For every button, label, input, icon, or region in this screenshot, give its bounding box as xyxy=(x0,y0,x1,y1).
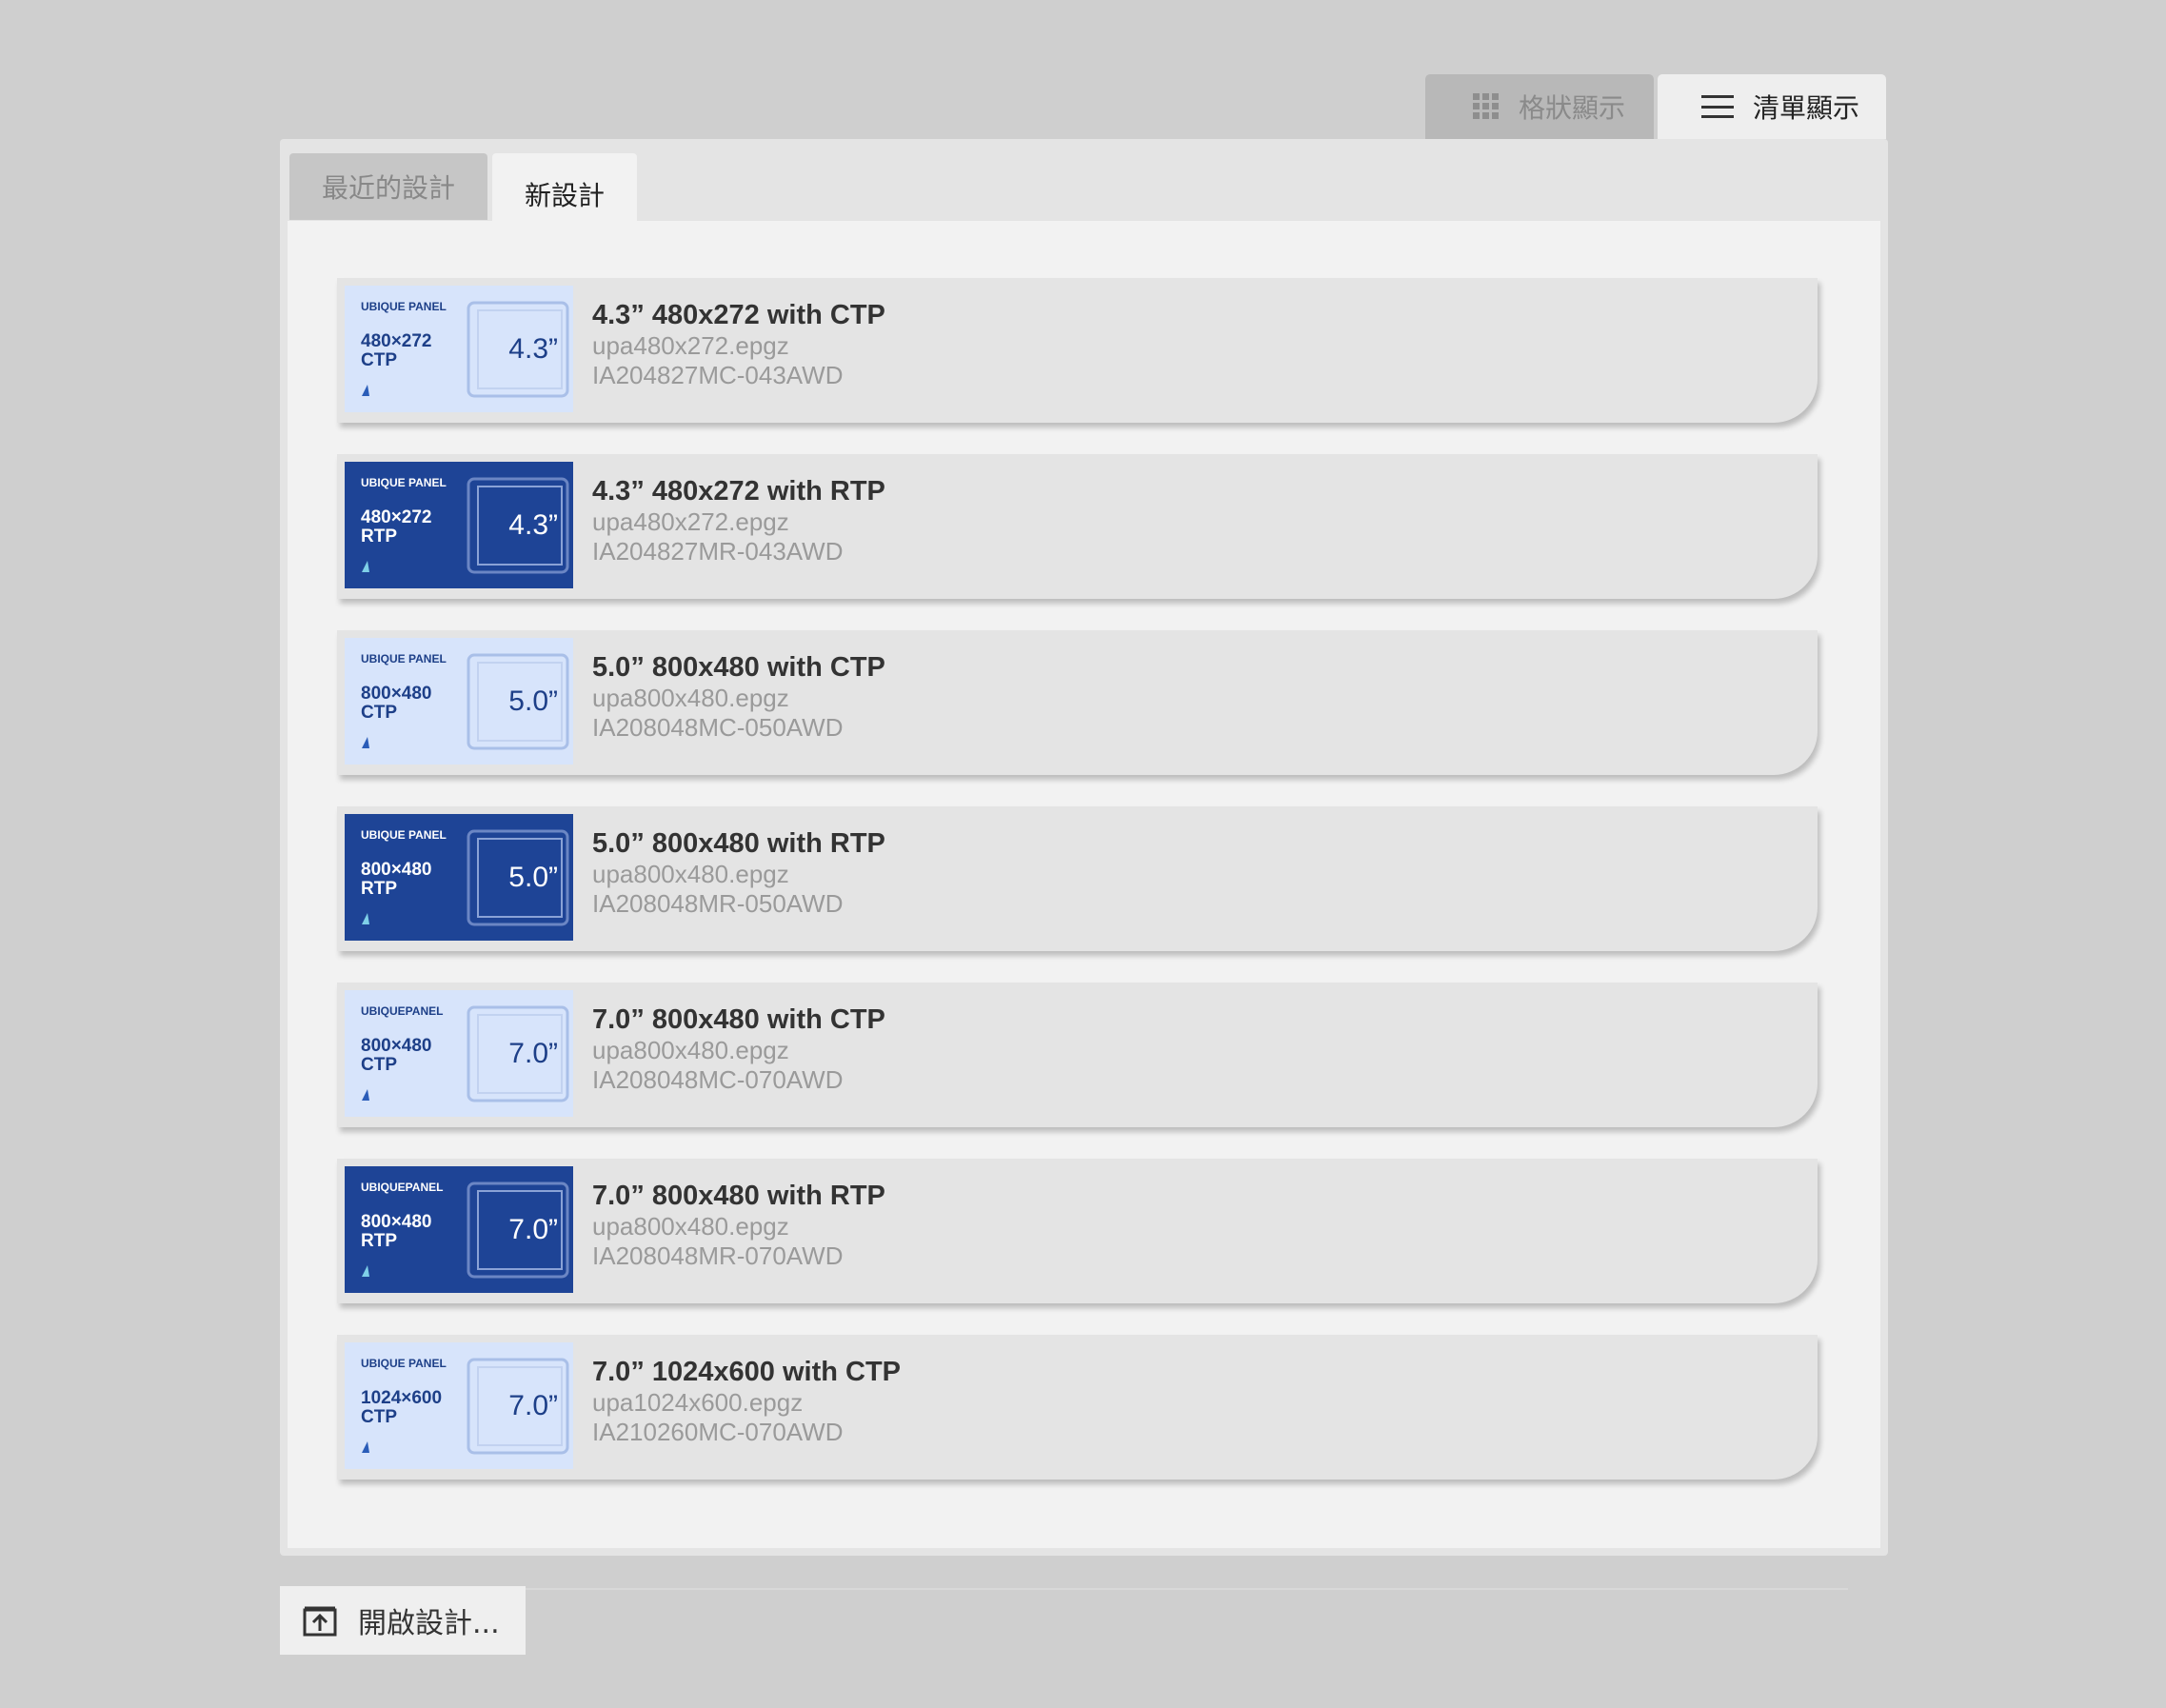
design-info: 5.0” 800x480 with RTP upa800x480.epgz IA20… xyxy=(592,827,885,919)
design-info: 5.0” 800x480 with CTP upa800x480.epgz IA20… xyxy=(592,651,885,743)
design-item[interactable]: UBIQUE PANEL 1024×600 CTP 7.0” 7.0” 1024x600… xyxy=(337,1335,1818,1480)
design-thumbnail: UBIQUEPANEL 800×480 RTP 7.0” xyxy=(345,1166,573,1293)
open-design-button[interactable]: 開啟設計... xyxy=(280,1586,526,1655)
design-title: 4.3” 480x272 with RTP xyxy=(592,476,885,506)
thumbnail-touch-type: CTP xyxy=(361,1055,397,1075)
thumbnail-size: 5.0” xyxy=(508,685,558,717)
design-title: 5.0” 800x480 with CTP xyxy=(592,652,885,683)
thumbnail-brand: UBIQUE PANEL xyxy=(361,652,447,665)
design-item[interactable]: UBIQUE PANEL 480×272 RTP 4.3” 4.3” 480x272 w… xyxy=(337,454,1818,599)
thumbnail-size: 4.3” xyxy=(508,333,558,365)
divider xyxy=(328,1588,1848,1590)
design-title: 7.0” 800x480 with CTP xyxy=(592,1004,885,1035)
open-file-icon xyxy=(303,1606,337,1637)
design-item[interactable]: UBIQUEPANEL 800×480 CTP 7.0” 7.0” 800x480 wi… xyxy=(337,983,1818,1127)
thumbnail-touch-type: CTP xyxy=(361,703,397,723)
grid-view-button[interactable]: 格狀顯示 xyxy=(1425,74,1654,139)
design-thumbnail: UBIQUE PANEL 480×272 RTP 4.3” xyxy=(345,462,573,588)
design-info: 4.3” 480x272 with RTP upa480x272.epgz IA20… xyxy=(592,475,885,566)
design-model-number: IA208048MR-050AWD xyxy=(592,889,844,918)
thumbnail-brand: UBIQUE PANEL xyxy=(361,300,447,313)
design-model-number: IA204827MC-043AWD xyxy=(592,361,844,389)
thumbnail-touch-type: CTP xyxy=(361,1407,397,1427)
design-model-number: IA208048MR-070AWD xyxy=(592,1241,844,1270)
tab-content: UBIQUE PANEL 480×272 CTP 4.3” 4.3” 480x272 w… xyxy=(288,221,1880,1590)
thumbnail-brand: UBIQUE PANEL xyxy=(361,476,447,489)
thumbnail-brand: UBIQUE PANEL xyxy=(361,828,447,842)
thumbnail-resolution: 800×480 xyxy=(361,1036,432,1056)
view-toggle: 格狀顯示 清單顯示 xyxy=(1425,74,1886,139)
thumbnail-touch-type: RTP xyxy=(361,526,397,546)
list-view-label: 清單顯示 xyxy=(1753,92,1860,124)
design-list: UBIQUE PANEL 480×272 CTP 4.3” 4.3” 480x272 w… xyxy=(337,278,1818,1511)
tab-recent-designs[interactable]: 最近的設計 xyxy=(289,153,487,220)
thumbnail-brand: UBIQUEPANEL xyxy=(361,1004,443,1018)
thumbnail-resolution: 1024×600 xyxy=(361,1388,442,1408)
thumbnail-size: 7.0” xyxy=(508,1214,558,1245)
thumbnail-size: 7.0” xyxy=(508,1038,558,1069)
design-thumbnail: UBIQUEPANEL 800×480 CTP 7.0” xyxy=(345,990,573,1117)
design-filename: upa1024x600.epgz xyxy=(592,1388,804,1417)
design-thumbnail: UBIQUE PANEL 1024×600 CTP 7.0” xyxy=(345,1342,573,1469)
design-panel: 最近的設計 新設計 UBIQUE PANEL 480×272 CTP 4.3” 4.3”… xyxy=(280,139,1888,1590)
thumbnail-resolution: 480×272 xyxy=(361,331,432,351)
design-filename: upa800x480.epgz xyxy=(592,1036,789,1064)
design-filename: upa800x480.epgz xyxy=(592,684,789,712)
design-info: 7.0” 1024x600 with CTP upa1024x600.epgz IA… xyxy=(592,1356,901,1447)
design-item[interactable]: UBIQUE PANEL 800×480 RTP 5.0” 5.0” 800x480 w… xyxy=(337,806,1818,951)
design-filename: upa480x272.epgz xyxy=(592,507,789,536)
thumbnail-brand: UBIQUE PANEL xyxy=(361,1357,447,1370)
design-thumbnail: UBIQUE PANEL 480×272 CTP 4.3” xyxy=(345,286,573,412)
design-thumbnail: UBIQUE PANEL 800×480 RTP 5.0” xyxy=(345,814,573,941)
thumbnail-resolution: 480×272 xyxy=(361,507,432,527)
grid-view-label: 格狀顯示 xyxy=(1519,92,1626,124)
design-item[interactable]: UBIQUE PANEL 480×272 CTP 4.3” 4.3” 480x272 w… xyxy=(337,278,1818,423)
grid-icon xyxy=(1473,93,1500,120)
open-design-label: 開啟設計... xyxy=(358,1607,500,1640)
design-title: 7.0” 1024x600 with CTP xyxy=(592,1357,901,1387)
design-item[interactable]: UBIQUEPANEL 800×480 RTP 7.0” 7.0” 800x480 wi… xyxy=(337,1159,1818,1303)
thumbnail-resolution: 800×480 xyxy=(361,860,432,880)
thumbnail-size: 4.3” xyxy=(508,509,558,541)
thumbnail-touch-type: RTP xyxy=(361,879,397,899)
design-title: 7.0” 800x480 with RTP xyxy=(592,1181,885,1211)
thumbnail-size: 5.0” xyxy=(508,862,558,893)
design-title: 5.0” 800x480 with RTP xyxy=(592,828,885,859)
design-title: 4.3” 480x272 with CTP xyxy=(592,300,885,330)
thumbnail-resolution: 800×480 xyxy=(361,1212,432,1232)
design-model-number: IA204827MR-043AWD xyxy=(592,537,844,566)
thumbnail-brand: UBIQUEPANEL xyxy=(361,1181,443,1194)
design-info: 7.0” 800x480 with CTP upa800x480.epgz IA20… xyxy=(592,1003,885,1095)
design-info: 4.3” 480x272 with CTP upa480x272.epgz IA20… xyxy=(592,299,885,390)
list-view-button[interactable]: 清單顯示 xyxy=(1658,74,1886,139)
design-filename: upa800x480.epgz xyxy=(592,1212,789,1241)
thumbnail-touch-type: CTP xyxy=(361,350,397,370)
thumbnail-resolution: 800×480 xyxy=(361,684,432,704)
design-item[interactable]: UBIQUE PANEL 800×480 CTP 5.0” 5.0” 800x480 w… xyxy=(337,630,1818,775)
design-filename: upa480x272.epgz xyxy=(592,331,789,360)
design-info: 7.0” 800x480 with RTP upa800x480.epgz IA20… xyxy=(592,1180,885,1271)
thumbnail-size: 7.0” xyxy=(508,1390,558,1421)
thumbnail-touch-type: RTP xyxy=(361,1231,397,1251)
design-model-number: IA208048MC-070AWD xyxy=(592,1065,844,1094)
design-model-number: IA208048MC-050AWD xyxy=(592,713,844,742)
design-model-number: IA210260MC-070AWD xyxy=(592,1418,844,1446)
list-icon xyxy=(1701,95,1734,118)
design-filename: upa800x480.epgz xyxy=(592,860,789,888)
design-thumbnail: UBIQUE PANEL 800×480 CTP 5.0” xyxy=(345,638,573,765)
